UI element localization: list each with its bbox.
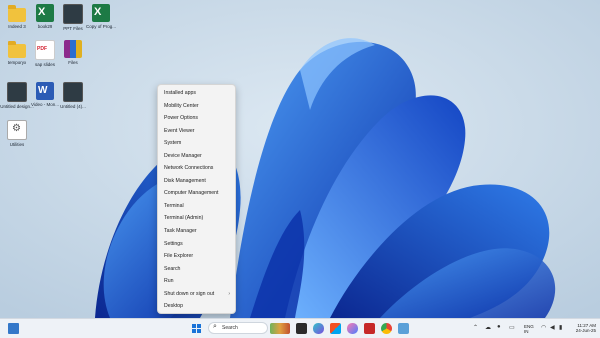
- search-placeholder: Search: [222, 325, 238, 331]
- menu-item-power-options[interactable]: Power Options: [158, 112, 235, 125]
- desktop-icon[interactable]: Copy of Prog...: [84, 4, 118, 29]
- chevron-up-icon[interactable]: ⌃: [473, 324, 478, 331]
- display-icon[interactable]: ▭: [509, 324, 515, 331]
- desktop-icon[interactable]: Untitled (4)...: [56, 82, 90, 109]
- folder-icon: [8, 41, 26, 58]
- language-indicator[interactable]: ENG IN: [524, 324, 534, 334]
- desktop-icon-label: Video - Mon...: [31, 102, 59, 107]
- menu-item-system[interactable]: System: [158, 137, 235, 150]
- region-code: IN: [524, 329, 529, 334]
- menu-item-computer-management[interactable]: Computer Management: [158, 187, 235, 200]
- desktop-icon-label: Utilities: [9, 142, 25, 147]
- files-app-icon[interactable]: [398, 323, 409, 334]
- menu-item-search[interactable]: Search: [158, 263, 235, 276]
- pdf-icon: [35, 40, 55, 60]
- volume-icon[interactable]: ◀: [550, 324, 555, 331]
- archive-icon: [64, 40, 82, 58]
- desktop-icon-label: temporyx: [7, 60, 27, 65]
- menu-item-shut-down[interactable]: Shut down or sign out ›: [158, 288, 235, 301]
- copilot-icon[interactable]: [313, 323, 324, 334]
- video-file-icon: [7, 82, 27, 102]
- desktop-icon[interactable]: Utilities: [0, 120, 34, 147]
- battery-icon[interactable]: ▮: [559, 324, 562, 331]
- start-button-icon[interactable]: [192, 324, 201, 333]
- cloud-icon[interactable]: ☁: [485, 324, 491, 331]
- menu-item-device-manager[interactable]: Device Manager: [158, 150, 235, 163]
- word-icon: [36, 82, 54, 100]
- desktop-icon-label: Untitled (4)...: [60, 104, 86, 109]
- excel-icon: [92, 4, 110, 22]
- utility-app-icon: [7, 120, 27, 140]
- microsoft-store-icon[interactable]: [330, 323, 341, 334]
- chevron-right-icon: ›: [228, 290, 230, 297]
- desktop-wallpaper: [0, 0, 600, 318]
- taskbar-search[interactable]: ⌕ Search: [208, 322, 268, 334]
- desktop-icon[interactable]: Files: [56, 40, 90, 65]
- desktop-icon-label: PPT Files: [63, 26, 83, 31]
- desktop-icon-label: book29: [37, 24, 53, 29]
- menu-item-event-viewer[interactable]: Event Viewer: [158, 125, 235, 138]
- menu-item-terminal-admin[interactable]: Terminal (Admin): [158, 212, 235, 225]
- menu-item-task-manager[interactable]: Task Manager: [158, 225, 235, 238]
- menu-item-file-explorer[interactable]: File Explorer: [158, 250, 235, 263]
- menu-item-disk-management[interactable]: Disk Management: [158, 175, 235, 188]
- app-icon-red[interactable]: [364, 323, 375, 334]
- power-user-menu: Installed apps Mobility Center Power Opt…: [157, 84, 236, 314]
- microphone-icon[interactable]: ●: [497, 324, 501, 330]
- menu-item-mobility-center[interactable]: Mobility Center: [158, 100, 235, 113]
- menu-item-installed-apps[interactable]: Installed apps: [158, 87, 235, 100]
- clock[interactable]: 11:27 AM 24-Jun-25: [570, 323, 596, 333]
- menu-item-label: Shut down or sign out: [164, 290, 215, 297]
- video-file-icon: [63, 4, 83, 24]
- task-view-icon[interactable]: [296, 323, 307, 334]
- menu-item-run[interactable]: Run: [158, 275, 235, 288]
- menu-item-terminal[interactable]: Terminal: [158, 200, 235, 213]
- photos-icon[interactable]: [347, 323, 358, 334]
- desktop-icon-label: sap slides: [34, 62, 55, 67]
- widgets-icon[interactable]: [8, 323, 19, 334]
- taskbar: ⌕ Search ⌃ ☁ ● ▭ ENG IN ◠ ◀ ▮ 11:27 AM 2…: [0, 318, 600, 338]
- desktop-icon-label: Indeed 3: [8, 24, 26, 29]
- folder-icon: [8, 5, 26, 22]
- video-file-icon: [63, 82, 83, 102]
- desktop-icon-label: Copy of Prog...: [85, 24, 116, 29]
- desktop-icon-label: Files: [68, 60, 78, 65]
- search-icon: ⌕: [213, 323, 217, 330]
- clock-date: 24-Jun-25: [575, 328, 596, 333]
- search-highlight-icon[interactable]: [270, 323, 290, 334]
- menu-item-desktop[interactable]: Desktop: [158, 300, 235, 313]
- menu-item-network-connections[interactable]: Network Connections: [158, 162, 235, 175]
- wifi-icon[interactable]: ◠: [541, 324, 546, 331]
- chrome-icon[interactable]: [381, 323, 392, 334]
- excel-icon: [36, 4, 54, 22]
- menu-item-settings[interactable]: Settings: [158, 238, 235, 251]
